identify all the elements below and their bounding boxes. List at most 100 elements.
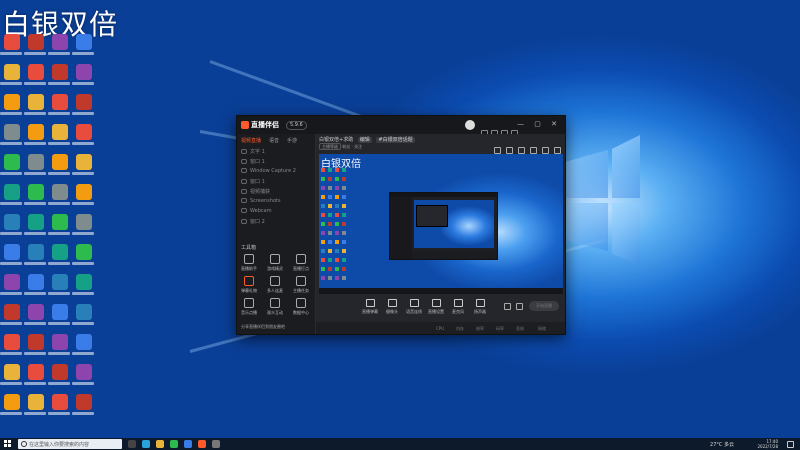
desktop-shortcut-icon[interactable] (4, 124, 20, 140)
desktop-shortcut-icon[interactable] (52, 274, 68, 290)
desktop-shortcut-icon[interactable] (4, 94, 20, 110)
desktop-shortcut-icon[interactable] (76, 244, 92, 260)
wechat-icon[interactable] (170, 440, 178, 448)
tool-game-sprite[interactable]: 游戏精灵 (265, 254, 285, 272)
scene-row[interactable]: Webcam (241, 208, 272, 214)
desktop-shortcut-icon[interactable] (4, 364, 20, 380)
window-controls[interactable]: — ▢ ✕ (517, 120, 561, 128)
desktop-shortcut-icon[interactable] (4, 214, 20, 230)
scene-row[interactable]: 窗口 2 (241, 218, 265, 225)
desktop-shortcut-icon[interactable] (28, 304, 44, 320)
stream-preview[interactable]: 白银双倍 (319, 154, 563, 294)
desktop-shortcut-icon[interactable] (28, 214, 44, 230)
eye-icon[interactable] (241, 149, 247, 154)
desktop-shortcut-icon[interactable] (76, 34, 92, 50)
danmaku-button[interactable]: 直播弹幕 (359, 299, 381, 315)
eye-icon[interactable] (241, 159, 247, 164)
eye-icon[interactable] (241, 208, 247, 213)
desktop-shortcut-icon[interactable] (52, 34, 68, 50)
desktop-shortcut-icon[interactable] (4, 304, 20, 320)
record-icon[interactable] (530, 147, 537, 154)
go-live-button[interactable]: 开始直播 (529, 301, 559, 311)
desktop-shortcut-icon[interactable] (28, 394, 44, 410)
tool-live-marker[interactable]: 直播打点 (291, 254, 311, 272)
file-explorer-icon[interactable] (156, 440, 164, 448)
desktop-shortcut-icon[interactable] (52, 214, 68, 230)
scene-row[interactable]: 文字 1 (241, 148, 265, 155)
tab-voice[interactable]: 语音 (269, 138, 279, 144)
tool-data-center[interactable]: 数据中心 (291, 298, 311, 316)
desktop-shortcut-icon[interactable] (4, 334, 20, 350)
desktop-shortcut-icon[interactable] (76, 124, 92, 140)
scene-row[interactable]: Window Capture 2 (241, 168, 296, 174)
desktop-shortcut-icon[interactable] (52, 64, 68, 80)
desktop-shortcut-icon[interactable] (76, 64, 92, 80)
tab-video-live[interactable]: 视频直播 (241, 138, 261, 144)
desktop-shortcut-icon[interactable] (76, 274, 92, 290)
desktop-shortcut-icon[interactable] (52, 124, 68, 140)
desktop-shortcut-icon[interactable] (4, 244, 20, 260)
taskbar-search[interactable]: 在这里输入你要搜索的内容 (18, 439, 122, 449)
desktop-shortcut-icon[interactable] (52, 94, 68, 110)
desktop-shortcut-icon[interactable] (4, 34, 20, 50)
eye-icon[interactable] (241, 168, 247, 173)
desktop-shortcut-icon[interactable] (28, 64, 44, 80)
tool-audience[interactable]: 观众互动 (265, 298, 285, 316)
desktop-shortcut-icon[interactable] (28, 334, 44, 350)
edge-icon[interactable] (142, 440, 150, 448)
desktop-shortcut-icon[interactable] (4, 64, 20, 80)
scene-row[interactable]: 视频捕获 (241, 188, 270, 195)
avatar[interactable] (465, 120, 475, 130)
desktop-shortcut-icon[interactable] (4, 394, 20, 410)
desktop-shortcut-icon[interactable] (4, 274, 20, 290)
voice-link-button[interactable]: 语音连线 (403, 299, 425, 315)
desktop-shortcut-icon[interactable] (4, 154, 20, 170)
scene-row[interactable]: Screenshots (241, 198, 281, 204)
gift-icon[interactable] (506, 147, 513, 154)
fullscreen-icon[interactable] (494, 147, 501, 154)
eye-icon[interactable] (241, 179, 247, 184)
microphone-button[interactable]: 麦克风 (447, 299, 469, 315)
weather-widget[interactable]: 27°C 多云 (710, 441, 734, 448)
eye-icon[interactable] (241, 198, 247, 203)
desktop-shortcut-icon[interactable] (76, 154, 92, 170)
app-icon[interactable] (212, 440, 220, 448)
tool-live-assistant[interactable]: 直播助手 (239, 254, 259, 272)
scene-row[interactable]: 窗口 1 (241, 178, 265, 185)
desktop-shortcut-icon[interactable] (28, 34, 44, 50)
desktop-shortcut-icon[interactable] (76, 304, 92, 320)
desktop-shortcut-icon[interactable] (4, 184, 20, 200)
desktop-shortcut-icon[interactable] (76, 394, 92, 410)
desktop-shortcut-icon[interactable] (52, 334, 68, 350)
tool-danmaku-gift[interactable]: 弹幕礼物 (239, 276, 259, 294)
tool-host-task[interactable]: 主播任务 (291, 276, 311, 294)
live-settings-button[interactable]: 直播设置 (425, 299, 447, 315)
chat-icon[interactable] (542, 147, 549, 154)
eye-icon[interactable] (241, 189, 247, 194)
desktop-shortcut-icon[interactable] (52, 154, 68, 170)
live-companion-taskbar-icon[interactable] (198, 440, 206, 448)
task-view-icon[interactable] (128, 440, 136, 448)
notification-icon[interactable] (787, 441, 794, 448)
desktop-shortcut-icon[interactable] (76, 334, 92, 350)
screen-icon[interactable] (504, 303, 511, 310)
desktop-shortcut-icon[interactable] (52, 184, 68, 200)
camera-button[interactable]: 摄像头 (381, 299, 403, 315)
desktop-shortcut-icon[interactable] (76, 184, 92, 200)
share-icon[interactable] (554, 147, 561, 154)
desktop-shortcut-icon[interactable] (76, 94, 92, 110)
app-icon[interactable] (184, 440, 192, 448)
desktop-shortcut-icon[interactable] (52, 304, 68, 320)
scene-row[interactable]: 窗口 1 (241, 158, 265, 165)
edit-tag[interactable]: 编辑 (357, 137, 372, 143)
desktop-shortcut-icon[interactable] (28, 244, 44, 260)
desktop-shortcut-icon[interactable] (28, 274, 44, 290)
eye-icon[interactable] (241, 219, 247, 224)
topic-tag[interactable]: #白银双倍话题 (376, 137, 415, 143)
sidebar-footer[interactable]: 分享直播伴侣到朋友圈吧 (241, 324, 285, 330)
fire-icon[interactable] (518, 147, 525, 154)
windows-start-icon[interactable] (4, 440, 12, 448)
desktop-shortcut-icon[interactable] (52, 244, 68, 260)
desktop-shortcut-icon[interactable] (28, 124, 44, 140)
clock[interactable]: 17:40 2022/7/28 (757, 439, 778, 449)
